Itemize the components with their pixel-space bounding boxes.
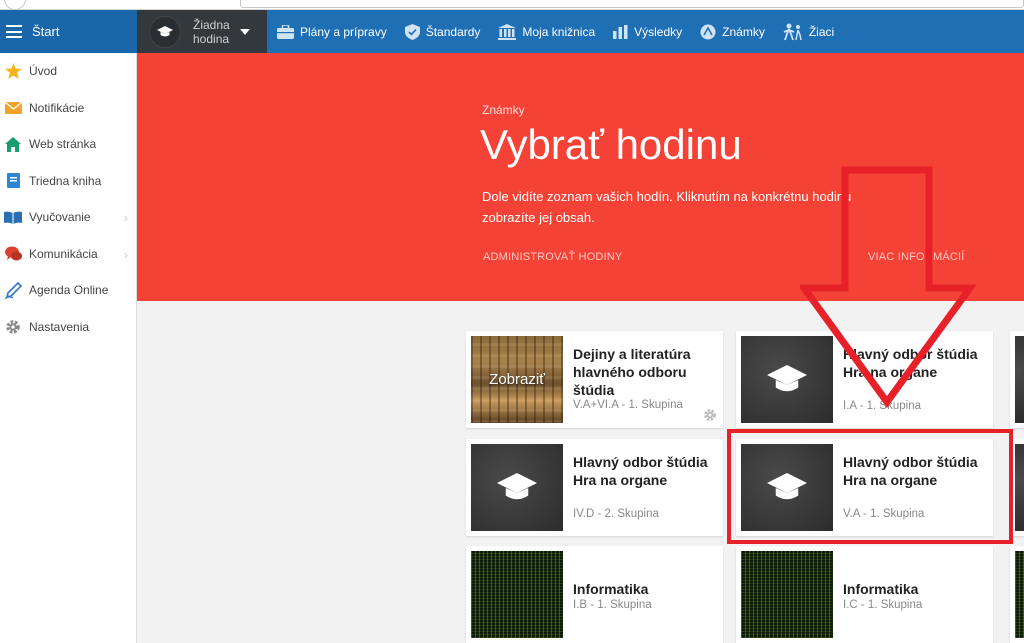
open-book-icon bbox=[4, 208, 22, 226]
gear-icon[interactable] bbox=[703, 408, 717, 425]
lesson-card[interactable]: Zobraziť Dejiny a literatúra hlavného od… bbox=[466, 331, 723, 428]
page-description: Dole vidíte zoznam vašich hodín. Kliknut… bbox=[482, 189, 852, 225]
browser-strip bbox=[0, 0, 1024, 10]
lesson-group: I.B - 1. Skupina bbox=[573, 599, 652, 611]
chat-icon bbox=[4, 245, 22, 263]
lesson-thumbnail: Zobraziť bbox=[471, 336, 563, 423]
nav-item-results[interactable]: Výsledky bbox=[613, 10, 682, 53]
lesson-card[interactable]: Informatika I.C - 1. Skupina bbox=[736, 546, 993, 643]
address-bar[interactable] bbox=[240, 0, 1024, 8]
lesson-thumbnail bbox=[1015, 444, 1024, 531]
sidebar-item-class-book[interactable]: Triedna kniha bbox=[0, 163, 136, 200]
hour-selector-label: Žiadna hodina bbox=[193, 17, 230, 46]
lesson-thumbnail bbox=[471, 551, 563, 638]
sidebar-item-intro[interactable]: Úvod bbox=[0, 53, 136, 90]
lesson-group: I.C - 1. Skupina bbox=[843, 599, 923, 611]
nav-item-library[interactable]: Moja knižnica bbox=[498, 10, 595, 53]
pen-icon bbox=[4, 281, 22, 299]
bar-chart-icon bbox=[613, 24, 628, 39]
administer-hours-link[interactable]: ADMINISTROVAŤ HODINY bbox=[483, 251, 622, 263]
sidebar-item-communication[interactable]: Komunikácia › bbox=[0, 236, 136, 273]
lesson-title: Informatika bbox=[843, 581, 919, 597]
annotation-highlight-box bbox=[727, 429, 1013, 544]
book-icon bbox=[4, 172, 22, 190]
caret-down-icon bbox=[239, 28, 250, 35]
nav-item-standards[interactable]: Štandardy bbox=[404, 10, 480, 53]
library-icon bbox=[498, 23, 517, 40]
chevron-right-icon: › bbox=[124, 247, 128, 262]
grades-icon bbox=[700, 24, 716, 40]
lesson-title: Hlavný odbor štúdia Hra na organe bbox=[573, 454, 708, 488]
students-icon bbox=[783, 23, 803, 41]
chevron-right-icon: › bbox=[124, 211, 128, 225]
sidebar-item-teaching[interactable]: Vyučovanie › bbox=[0, 199, 136, 236]
lesson-group: IV.D - 2. Skupina bbox=[573, 508, 659, 520]
lesson-thumbnail bbox=[1015, 336, 1024, 423]
nav-item-students[interactable]: Žiaci bbox=[783, 10, 834, 53]
start-label: Štart bbox=[32, 24, 60, 39]
graduation-cap-icon bbox=[149, 15, 181, 48]
sidebar-item-website[interactable]: Web stránka bbox=[0, 126, 136, 163]
sidebar-item-notifications[interactable]: Notifikácie bbox=[0, 90, 136, 127]
home-icon bbox=[4, 135, 22, 153]
nav-item-plans[interactable]: Plány a prípravy bbox=[277, 10, 387, 53]
sidebar-item-settings[interactable]: Nastavenia bbox=[0, 309, 136, 346]
star-icon bbox=[4, 62, 22, 80]
lesson-card-partial[interactable] bbox=[1010, 546, 1024, 643]
lesson-title: Informatika bbox=[573, 581, 649, 597]
breadcrumb: Známky bbox=[482, 103, 525, 117]
lesson-card-partial[interactable] bbox=[1010, 331, 1024, 428]
gear-icon bbox=[4, 318, 22, 336]
lesson-thumbnail bbox=[741, 551, 833, 638]
graduation-cap-icon bbox=[497, 472, 537, 499]
page-title: Vybrať hodinu bbox=[480, 121, 742, 168]
envelope-icon bbox=[4, 99, 22, 117]
shield-icon bbox=[404, 23, 420, 40]
lesson-title: Dejiny a literatúra hlavného odboru štúd… bbox=[573, 346, 691, 398]
sidebar: Úvod Notifikácie Web stránka Triedna kni… bbox=[0, 53, 137, 643]
browser-button[interactable] bbox=[4, 0, 26, 10]
hour-selector[interactable]: Žiadna hodina bbox=[137, 10, 267, 53]
start-menu-button[interactable]: Štart bbox=[0, 10, 137, 53]
annotation-arrow bbox=[800, 166, 977, 408]
lesson-card[interactable]: Informatika I.B - 1. Skupina bbox=[466, 546, 723, 643]
nav-item-grades[interactable]: Známky bbox=[700, 10, 765, 53]
top-navigation: Štart Žiadna hodina Plány a prípravy Šta… bbox=[0, 10, 1024, 53]
sidebar-item-agenda-online[interactable]: Agenda Online bbox=[0, 272, 136, 309]
lesson-thumbnail bbox=[1015, 551, 1024, 638]
briefcase-icon bbox=[277, 24, 294, 39]
view-overlay-label[interactable]: Zobraziť bbox=[489, 371, 545, 388]
lesson-thumbnail bbox=[471, 444, 563, 531]
hamburger-icon bbox=[6, 25, 22, 38]
lesson-group: V.A+VI.A - 1. Skupina bbox=[573, 399, 683, 411]
lesson-card[interactable]: Hlavný odbor štúdia Hra na organe IV.D -… bbox=[466, 439, 723, 536]
